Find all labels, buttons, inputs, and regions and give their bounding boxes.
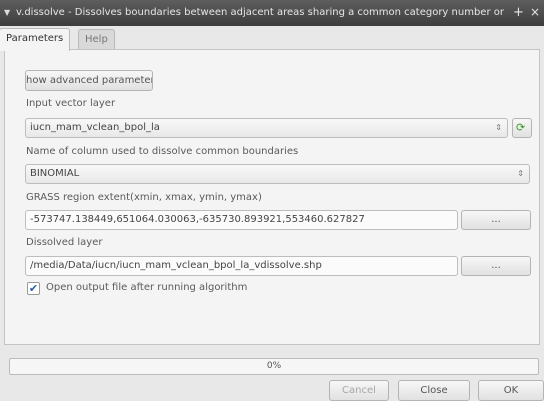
refresh-layers-button[interactable]: ⟳ xyxy=(512,118,532,138)
column-label: Name of column used to dissolve common b… xyxy=(26,146,299,157)
output-browse-button[interactable]: ... xyxy=(461,256,531,276)
title-bar: ▼ v.dissolve - Dissolves boundaries betw… xyxy=(0,0,544,26)
progress-text: 0% xyxy=(266,361,282,371)
pin-icon[interactable]: + xyxy=(513,5,524,20)
chevron-down-icon[interactable]: ▼ xyxy=(4,8,10,17)
spin-arrows-icon: ⇕ xyxy=(495,123,502,132)
input-layer-select[interactable]: iucn_mam_vclean_bpol_la ⇕ xyxy=(25,118,508,138)
column-select[interactable]: BINOMIAL ⇕ xyxy=(25,164,530,184)
input-layer-label: Input vector layer xyxy=(26,98,116,109)
close-icon[interactable]: × xyxy=(530,5,540,19)
region-browse-button[interactable]: ... xyxy=(461,210,531,230)
spin-arrows-icon: ⇕ xyxy=(517,169,524,178)
region-label: GRASS region extent(xmin, xmax, ymin, ym… xyxy=(26,192,262,203)
column-value: BINOMIAL xyxy=(30,168,80,179)
open-output-checkbox[interactable]: ✔ xyxy=(27,282,40,295)
refresh-icon: ⟳ xyxy=(516,121,526,134)
open-output-label: Open output file after running algorithm xyxy=(46,282,248,293)
output-file-input[interactable]: /media/Data/iucn/iucn_mam_vclean_bpol_la… xyxy=(25,256,458,276)
cancel-button[interactable]: Cancel xyxy=(329,380,389,401)
window-title: v.dissolve - Dissolves boundaries betwee… xyxy=(16,7,506,18)
ok-button[interactable]: OK xyxy=(478,380,544,401)
output-label: Dissolved layer xyxy=(26,237,103,248)
parameters-panel: how advanced parameter Input vector laye… xyxy=(4,49,540,345)
progress-bar: 0% xyxy=(9,358,539,375)
close-button[interactable]: Close xyxy=(398,380,470,401)
tab-parameters[interactable]: Parameters xyxy=(0,28,71,51)
region-extent-input[interactable]: -573747.138449,651064.030063,-635730.893… xyxy=(25,210,458,230)
tab-help[interactable]: Help xyxy=(78,29,115,50)
input-layer-value: iucn_mam_vclean_bpol_la xyxy=(30,122,160,133)
show-advanced-parameters-button[interactable]: how advanced parameter xyxy=(25,70,153,91)
tab-bar: Parameters Help xyxy=(0,26,544,51)
